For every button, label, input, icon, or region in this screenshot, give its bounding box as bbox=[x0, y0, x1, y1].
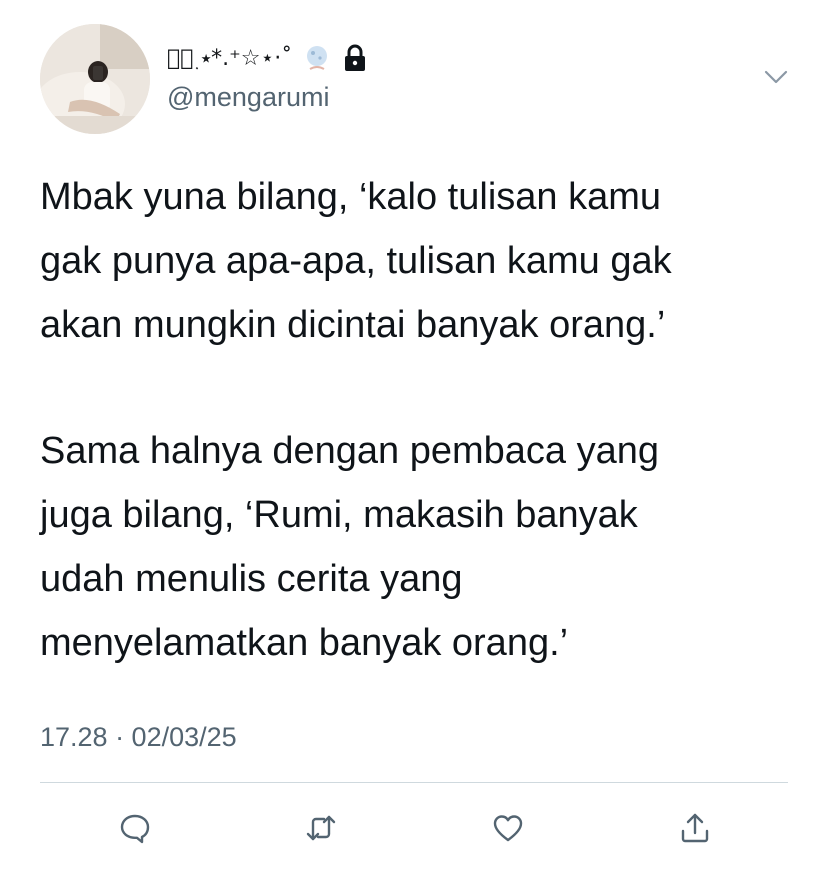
retweet-icon bbox=[306, 815, 336, 841]
avatar-photo bbox=[40, 24, 150, 134]
reply-icon bbox=[120, 814, 150, 844]
chevron-down-icon[interactable] bbox=[763, 67, 789, 87]
share-button[interactable] bbox=[675, 808, 715, 848]
like-button[interactable] bbox=[488, 808, 528, 848]
tweet-line: udah menulis cerita yang bbox=[40, 558, 463, 600]
display-name[interactable]: ⭒๋࣭ ⭑*.⁺☆⋆·˚ bbox=[167, 46, 292, 71]
tweet-line: akan mungkin dicintai banyak orang.’ bbox=[40, 304, 666, 346]
divider bbox=[40, 782, 788, 783]
author-handle[interactable]: @mengarumi bbox=[167, 82, 329, 113]
tweet-line: menyelamatkan banyak orang.’ bbox=[40, 622, 569, 664]
reply-button[interactable] bbox=[115, 808, 155, 848]
tweet-line: juga bilang, ‘Rumi, makasih banyak bbox=[40, 494, 638, 536]
display-name-row: ⭒๋࣭ ⭑*.⁺☆⋆·˚ bbox=[167, 38, 368, 78]
avatar[interactable] bbox=[40, 24, 150, 134]
moon-icon bbox=[302, 43, 332, 73]
share-icon bbox=[681, 813, 709, 843]
tweet-line: Sama halnya dengan pembaca yang bbox=[40, 430, 660, 472]
tweet-line: Mbak yuna bilang, ‘kalo tulisan kamu bbox=[40, 176, 662, 218]
tweet-line: gak punya apa-apa, tulisan kamu gak bbox=[40, 240, 672, 282]
tweet-timestamp[interactable]: 17.28 · 02/03/25 bbox=[40, 722, 237, 753]
tweet-text: Mbak yuna bilang, ‘kalo tulisan kamu gak… bbox=[40, 165, 800, 675]
like-icon bbox=[493, 815, 523, 842]
lock-icon bbox=[342, 43, 368, 73]
retweet-button[interactable] bbox=[301, 808, 341, 848]
